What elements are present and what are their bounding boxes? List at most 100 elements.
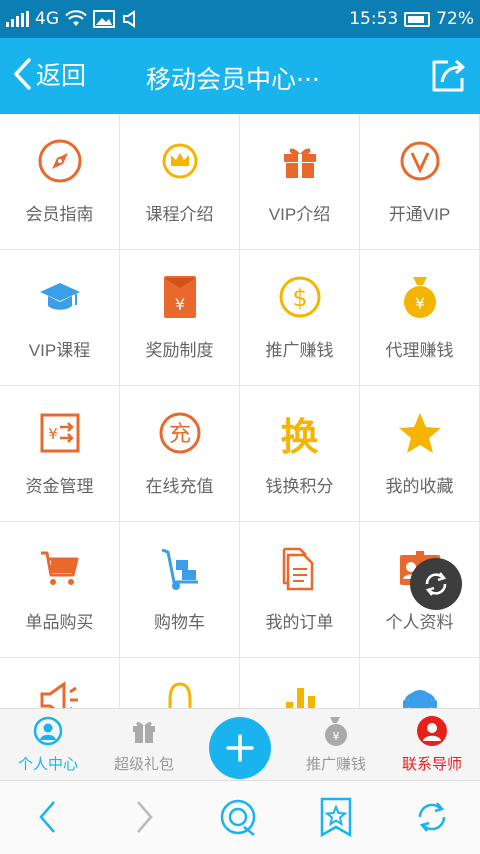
grid-item-label: VIP介绍 (268, 205, 331, 224)
grid-item-reward-system[interactable]: ¥ 奖励制度 (120, 250, 240, 386)
share-button[interactable] (428, 56, 468, 96)
grid-item-label: 会员指南 (25, 205, 94, 224)
svg-text:$: $ (292, 284, 307, 312)
fund-transfer-icon: ¥ (35, 408, 85, 458)
browser-back-button[interactable] (28, 797, 68, 837)
share-icon (432, 59, 465, 92)
svg-text:¥: ¥ (414, 294, 424, 313)
chevron-left-icon (14, 58, 31, 90)
back-label: 返回 (36, 61, 87, 90)
grid-item-customer-service[interactable] (360, 658, 480, 714)
grid-item-vip-course[interactable]: VIP课程 (0, 250, 120, 386)
refresh-icon (425, 572, 447, 596)
image-icon (93, 10, 115, 28)
floating-refresh-button[interactable] (410, 558, 462, 610)
grid-item-vip-intro[interactable]: VIP介绍 (240, 114, 360, 250)
status-bar: 4G 15:53 72% (0, 0, 480, 38)
clock: 15:53 (349, 9, 399, 29)
grid-item-exchange-points[interactable]: 换 钱换积分 (240, 386, 360, 522)
dollar-icon: $ (275, 272, 325, 322)
tab-label: 超级礼包 (113, 755, 174, 773)
grid-item-label: 单品购买 (25, 613, 94, 632)
vip-icon (395, 136, 445, 186)
grid-item-statistics[interactable] (240, 658, 360, 714)
tab-promote-earn[interactable]: ¥ 推广赚钱 (288, 709, 384, 781)
grid-item-label: 代理赚钱 (385, 341, 454, 360)
svg-text:¥: ¥ (48, 425, 58, 443)
grid-item-notification[interactable] (120, 658, 240, 714)
grid-item-online-recharge[interactable]: 充 在线充值 (120, 386, 240, 522)
grid-item-label: 奖励制度 (145, 341, 214, 360)
battery-percent: 72% (436, 9, 474, 29)
grid-item-single-purchase[interactable]: 单品购买 (0, 522, 120, 658)
grid-item-label: 推广赚钱 (265, 341, 334, 360)
browser-logo-icon (220, 799, 256, 836)
chevron-right-icon (137, 801, 153, 833)
tab-label: 推广赚钱 (305, 755, 366, 773)
svg-text:充: 充 (168, 422, 190, 447)
page-title: 移动会员中心··· (146, 65, 320, 94)
user-icon (32, 715, 64, 747)
svg-text:¥: ¥ (174, 295, 184, 314)
svg-text:¥: ¥ (333, 730, 340, 743)
grid-item-label: 购物车 (154, 613, 205, 632)
grid-item-open-vip[interactable]: 开通VIP (360, 114, 480, 250)
browser-toolbar (0, 780, 480, 854)
grid-item-announcement[interactable] (0, 658, 120, 714)
sound-icon (123, 10, 135, 28)
app-bar: 返回 移动会员中心··· (0, 38, 480, 114)
grid-item-label: 在线充值 (145, 477, 214, 496)
wifi-icon (65, 10, 87, 26)
tab-label: 联系导师 (401, 755, 462, 773)
tab-super-gift[interactable]: 超级礼包 (96, 709, 192, 781)
plus-icon (226, 734, 254, 762)
crown-icon (155, 136, 205, 186)
exchange-icon: 换 (280, 414, 319, 459)
grid-item-label: 钱换积分 (265, 477, 334, 496)
grid-item-fund-management[interactable]: ¥ 资金管理 (0, 386, 120, 522)
graduation-cap-icon (35, 272, 85, 322)
grid-item-label: VIP课程 (28, 341, 91, 360)
grid-item-agent-earn[interactable]: ¥ 代理赚钱 (360, 250, 480, 386)
signal-icon (6, 11, 29, 27)
grid-item-promote-earn[interactable]: $ 推广赚钱 (240, 250, 360, 386)
grid-item-member-guide[interactable]: 会员指南 (0, 114, 120, 250)
tab-contact-mentor[interactable]: 联系导师 (384, 709, 480, 781)
gift-icon (128, 715, 160, 747)
grid-item-shopping-cart[interactable]: 购物车 (120, 522, 240, 658)
red-envelope-icon: ¥ (155, 272, 205, 322)
grid-item-my-orders[interactable]: 我的订单 (240, 522, 360, 658)
grid-item-course-intro[interactable]: 课程介绍 (120, 114, 240, 250)
refresh-icon (418, 802, 446, 832)
browser-home-button[interactable] (218, 797, 258, 837)
grid-item-label: 我的收藏 (385, 477, 454, 496)
grid-item-label: 资金管理 (25, 477, 94, 496)
add-button[interactable] (209, 717, 271, 779)
hand-truck-icon (155, 544, 205, 594)
menu-grid: 会员指南 课程介绍 VIP介绍 开通VIP VIP课程 ¥ 奖励制度 $ 推广赚… (0, 114, 480, 714)
grid-item-my-favorites[interactable]: 我的收藏 (360, 386, 480, 522)
back-button[interactable]: 返回 (12, 56, 86, 92)
bookmark-star-icon (320, 797, 352, 837)
grid-item-label: 个人资料 (385, 613, 454, 632)
browser-bookmark-button[interactable] (316, 797, 356, 837)
money-bag-icon: ¥ (320, 715, 352, 747)
browser-forward-button[interactable] (124, 797, 164, 837)
star-icon (395, 408, 445, 458)
gift-icon (275, 136, 325, 186)
recharge-icon: 充 (155, 408, 205, 458)
battery-icon (404, 11, 431, 27)
cart-icon (35, 544, 85, 594)
tab-label: 个人中心 (17, 755, 78, 773)
mentor-avatar-icon (416, 715, 448, 747)
compass-icon (35, 136, 85, 186)
tab-personal-center[interactable]: 个人中心 (0, 709, 96, 781)
chevron-left-icon (39, 801, 55, 833)
grid-item-label: 开通VIP (388, 205, 451, 224)
grid-item-label: 我的订单 (265, 613, 334, 632)
grid-item-label: 课程介绍 (145, 205, 214, 224)
network-type: 4G (35, 9, 59, 29)
order-document-icon (275, 544, 325, 594)
browser-refresh-button[interactable] (412, 797, 452, 837)
money-bag-icon: ¥ (395, 272, 445, 322)
